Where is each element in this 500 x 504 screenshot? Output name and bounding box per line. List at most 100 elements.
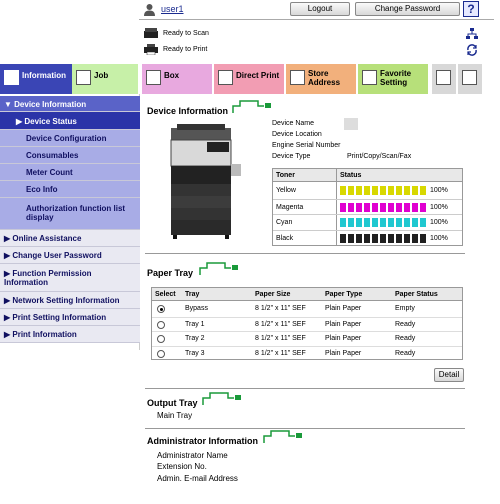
- tray-size: 8 1/2" x 11" SEF: [255, 335, 306, 342]
- toner-level-segment: [404, 202, 410, 212]
- tray-row: Bypass 8 1/2" x 11" SEF Plain Paper Empty: [152, 302, 462, 316]
- toner-level-segment: [420, 233, 426, 243]
- toner-level-segment: [412, 218, 418, 227]
- toner-level-segment: [396, 233, 402, 243]
- tray-select-radio[interactable]: [157, 349, 165, 358]
- tab-information[interactable]: Information: [0, 64, 72, 94]
- tab-job[interactable]: Job: [72, 64, 138, 94]
- nav-meter-count[interactable]: Meter Count: [0, 164, 140, 181]
- tab-extra-2[interactable]: [458, 64, 482, 94]
- tray-type: Plain Paper: [325, 320, 362, 328]
- nav-device-configuration[interactable]: Device Configuration: [0, 130, 140, 147]
- help-button[interactable]: ?: [463, 1, 479, 17]
- tab-extra-1[interactable]: [432, 64, 456, 94]
- nav-device-information[interactable]: ▼ Device Information: [0, 96, 140, 112]
- toner-level-segment: [412, 233, 418, 243]
- tray-status: Ready: [395, 320, 416, 328]
- toner-level-segment: [356, 186, 362, 195]
- tab-box[interactable]: Box: [142, 64, 212, 94]
- toner-table: Toner Status Yellow 100% Magenta 100% Cyan 10…: [272, 168, 463, 246]
- toner-level-segment: [412, 186, 418, 195]
- user-icon: [144, 4, 155, 16]
- tab-direct-print[interactable]: Direct Print: [214, 64, 284, 94]
- tray-row: Tray 2 8 1/2" x 11" SEF Plain Paper Ready: [152, 331, 462, 345]
- toner-level-segment: [364, 233, 370, 243]
- nav-consumables[interactable]: Consumables: [0, 147, 140, 164]
- toner-level-segment: [340, 186, 346, 195]
- toner-level-segment: [380, 233, 386, 243]
- toner-level-segment: [380, 202, 386, 212]
- paper-tray-title: Paper Tray: [147, 268, 194, 278]
- tab-favorite-setting[interactable]: Favorite Setting: [358, 64, 428, 94]
- nav-print-setting[interactable]: ▶ Print Setting Information: [0, 309, 140, 326]
- toner-name: Cyan: [276, 219, 293, 226]
- user-name[interactable]: user1: [161, 4, 184, 14]
- nav-network-setting[interactable]: ▶ Network Setting Information: [0, 292, 140, 309]
- tray-type: Plain Paper: [325, 349, 362, 357]
- logout-button[interactable]: Logout: [290, 2, 350, 16]
- paper-tray-decoration: [199, 262, 238, 275]
- tab-store-address[interactable]: Store Address: [286, 64, 356, 94]
- toner-level-segment: [356, 202, 362, 212]
- detail-button[interactable]: Detail: [434, 368, 464, 382]
- toner-level-segment: [348, 218, 354, 227]
- favorite-setting-icon: [362, 70, 377, 85]
- toner-level-segment: [348, 186, 354, 195]
- nav-device-status[interactable]: ▶ Device Status: [0, 112, 140, 130]
- tray-select-radio[interactable]: [157, 335, 165, 343]
- copy-icon: [436, 70, 451, 85]
- mfp-device-image: [170, 124, 241, 239]
- toner-level-segment: [388, 233, 394, 243]
- toner-level-segment: [372, 233, 378, 243]
- main-tabs: Information Job Box Direct Print Store A…: [0, 64, 500, 94]
- toner-level-segment: [380, 186, 386, 195]
- admin-email-label: Admin. E-mail Address: [157, 474, 238, 483]
- tray-select-radio[interactable]: [157, 320, 165, 329]
- toner-level-segment: [388, 186, 394, 195]
- job-icon: [76, 70, 91, 85]
- nav-auth-function-list[interactable]: Authorization function list display: [0, 198, 140, 230]
- toner-level-segment: [396, 186, 402, 195]
- toner-level-segment: [396, 218, 402, 227]
- toner-name: Black: [276, 234, 294, 242]
- tray-type: Plain Paper: [325, 335, 362, 342]
- output-tray-item: Main Tray: [157, 411, 193, 420]
- tray-status: Ready: [395, 335, 416, 342]
- toner-level-segment: [372, 202, 378, 212]
- tray-type: Plain Paper: [325, 305, 362, 312]
- toner-percent: 100%: [430, 234, 448, 242]
- toner-level-segment: [388, 218, 394, 227]
- toner-level-segment: [412, 202, 418, 212]
- device-info-title: Device Information: [147, 106, 229, 116]
- nav-eco-info[interactable]: Eco Info: [0, 181, 140, 198]
- tray-tray: Tray 2: [185, 335, 205, 342]
- tray-size: 8 1/2" x 11" SEF: [255, 320, 306, 328]
- nav-function-permission[interactable]: ▶ Function Permission Information: [0, 264, 140, 292]
- tray-status: Ready: [395, 349, 416, 357]
- nav-print-information[interactable]: ▶ Print Information: [0, 326, 140, 343]
- toner-level-segment: [348, 233, 354, 243]
- toner-level-segment: [380, 218, 386, 227]
- toner-level-segment: [404, 218, 410, 227]
- information-icon: [4, 70, 19, 85]
- direct-print-icon: [218, 70, 233, 85]
- tray-tray: Tray 3: [185, 349, 205, 357]
- toner-level-segment: [356, 218, 362, 227]
- tray-select-radio[interactable]: [157, 305, 165, 313]
- paper-tray-table: Select Tray Paper Size Paper Type Paper …: [151, 287, 463, 360]
- toner-level-segment: [372, 186, 378, 195]
- toner-name: Yellow: [276, 187, 296, 194]
- admin-info-title: Administrator Information: [147, 436, 259, 446]
- toner-row: Magenta 100%: [273, 198, 462, 214]
- nav-change-user-password[interactable]: ▶ Change User Password: [0, 247, 140, 264]
- store-address-icon: [290, 70, 305, 85]
- nav-online-assistance[interactable]: ▶ Online Assistance: [0, 230, 140, 247]
- scan-icon: [462, 70, 477, 85]
- toner-level-segment: [364, 202, 370, 212]
- sitemap-icon[interactable]: [466, 28, 478, 40]
- device-info-decoration: [232, 100, 271, 113]
- change-password-button[interactable]: Change Password: [355, 2, 460, 16]
- tray-row: Tray 3 8 1/2" x 11" SEF Plain Paper Ready: [152, 345, 462, 360]
- toner-level-segment: [396, 202, 402, 212]
- refresh-icon[interactable]: [466, 44, 478, 56]
